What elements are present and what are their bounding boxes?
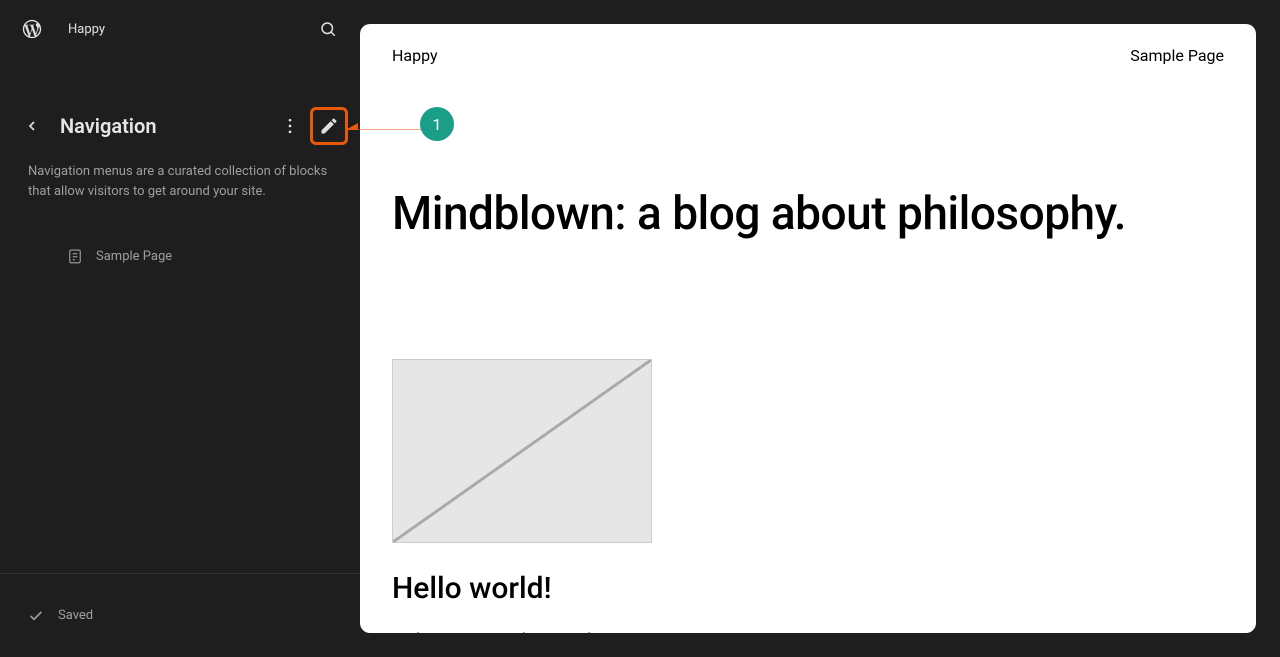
panel-title: Navigation (60, 114, 274, 138)
panel-description: Navigation menus are a curated collectio… (0, 148, 360, 201)
post-excerpt: Welcome to WordPress. This is (392, 630, 1224, 633)
preview-heading: Mindblown: a blog about philosophy. (392, 187, 1224, 241)
search-button[interactable] (312, 13, 344, 45)
editor-sidebar: Happy Navigation Navigation menus are a … (0, 0, 360, 657)
page-icon (66, 247, 84, 265)
site-name[interactable]: Happy (68, 22, 312, 37)
navigation-items: Sample Page (0, 237, 360, 275)
preview-frame[interactable]: Happy Sample Page Mindblown: a blog abou… (360, 24, 1256, 633)
nav-item-sample-page[interactable]: Sample Page (16, 237, 344, 275)
navigation-header: Navigation (0, 104, 360, 148)
saved-label: Saved (58, 608, 93, 623)
post-title[interactable]: Hello world! (392, 571, 1224, 606)
saved-footer: Saved (0, 573, 360, 657)
preview-site-header: Happy Sample Page (360, 24, 1256, 87)
nav-item-label: Sample Page (96, 249, 172, 264)
preview-body: Mindblown: a blog about philosophy. Hell… (360, 87, 1256, 633)
back-button[interactable] (20, 114, 44, 138)
top-bar: Happy (0, 0, 360, 58)
preview-site-title[interactable]: Happy (392, 46, 438, 65)
featured-image-placeholder (392, 359, 652, 543)
panel-actions (274, 107, 348, 145)
site-preview-area: Happy Sample Page Mindblown: a blog abou… (360, 0, 1280, 657)
check-icon (28, 608, 44, 624)
edit-button[interactable] (310, 107, 348, 145)
wordpress-logo-icon[interactable] (16, 13, 48, 45)
more-options-button[interactable] (274, 110, 306, 142)
preview-nav-link[interactable]: Sample Page (1130, 46, 1224, 65)
